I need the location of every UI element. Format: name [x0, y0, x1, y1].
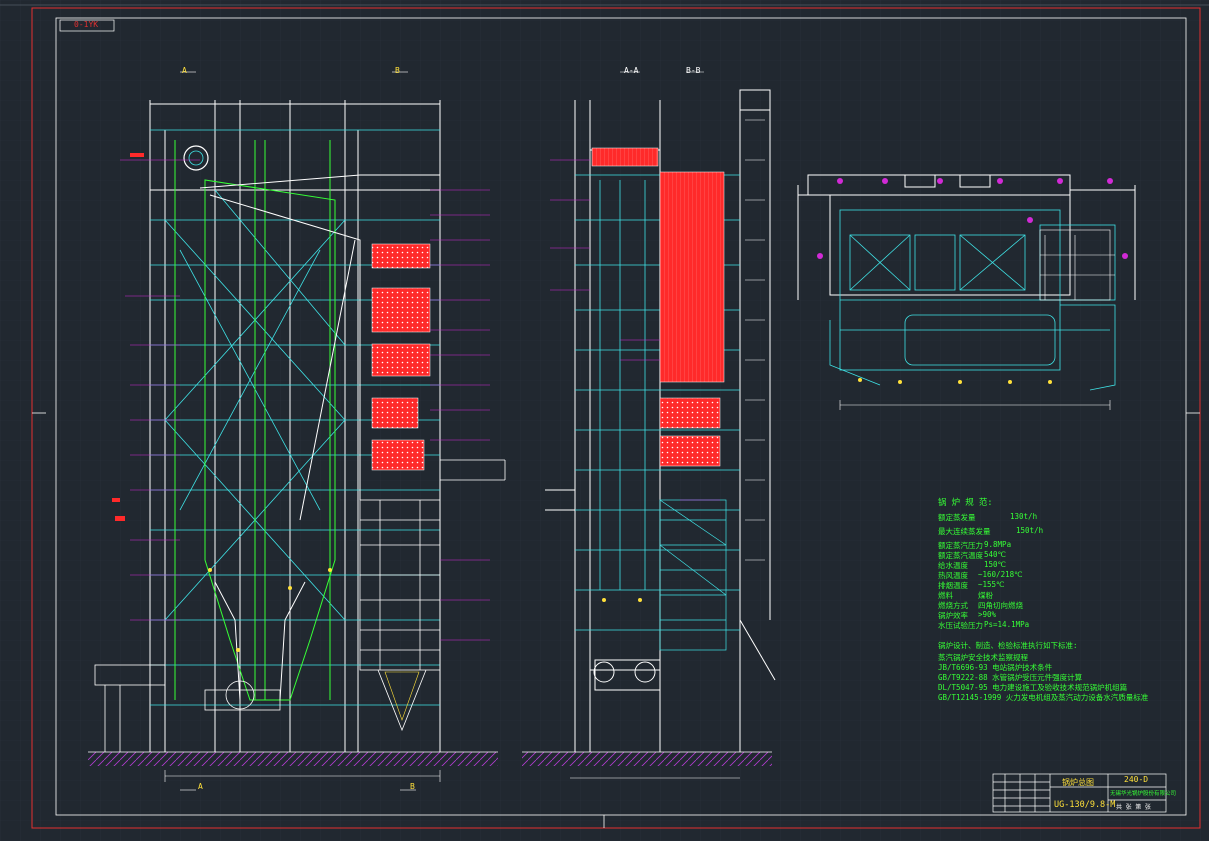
drum-tubes — [591, 147, 659, 167]
title-block-company: 无锡华光锅炉股份有限公司 — [1110, 791, 1177, 797]
spec-value: ~160/218℃ — [978, 570, 1023, 579]
superheater-block-3 — [371, 343, 431, 377]
spec-label: 水压试验压力 — [938, 621, 983, 630]
grid-background — [0, 0, 1209, 841]
spec-value: Ps=14.1MPa — [984, 620, 1030, 629]
section-marker-a-top: A — [182, 66, 187, 75]
spec-value: 540℃ — [984, 550, 1006, 559]
title-block-drawing-no: 240-D — [1124, 775, 1149, 784]
cad-drawing-canvas[interactable] — [0, 0, 1209, 841]
section-marker-a-bottom: A — [198, 782, 203, 791]
standards-title: 锅炉设计、制造、检验标准执行如下标准: — [938, 641, 1078, 650]
spec-label: 最大连续蒸发量 — [938, 527, 991, 536]
superheater-block-2 — [371, 287, 431, 333]
spec-value: 130t/h — [1010, 512, 1038, 521]
economizer-side-2 — [659, 435, 721, 467]
spec-value: 150t/h — [1016, 526, 1044, 535]
spec-value: ~155℃ — [978, 580, 1005, 589]
spec-title: 锅 炉 规 范: — [938, 498, 993, 508]
section-view-label-bb: B-B — [686, 66, 701, 75]
standard-item: GB/T12145-1999 火力发电机组及蒸汽动力设备水汽质量标准 — [938, 693, 1149, 702]
corner-tag: 0-1YK — [74, 20, 99, 29]
spec-value: 9.8MPa — [984, 540, 1012, 549]
economizer-block-1 — [371, 397, 419, 429]
title-block-name: 锅炉总图 — [1062, 778, 1094, 787]
section-marker-b-top: B — [395, 66, 400, 75]
section-marker-b-bottom: B — [410, 782, 415, 791]
spec-value: 150℃ — [984, 560, 1006, 569]
economizer-block-2 — [371, 439, 425, 471]
economizer-side-1 — [659, 397, 721, 429]
superheater-block-1 — [371, 243, 431, 269]
title-block-sheet: 共 张 第 张 — [1116, 804, 1151, 811]
spec-value: >90% — [978, 610, 997, 619]
title-block-model: UG-130/9.8-M — [1054, 800, 1116, 810]
section-view-label-aa: A-A — [624, 66, 639, 75]
spec-label: 额定蒸发量 — [938, 513, 976, 522]
convection-bank — [659, 171, 725, 383]
